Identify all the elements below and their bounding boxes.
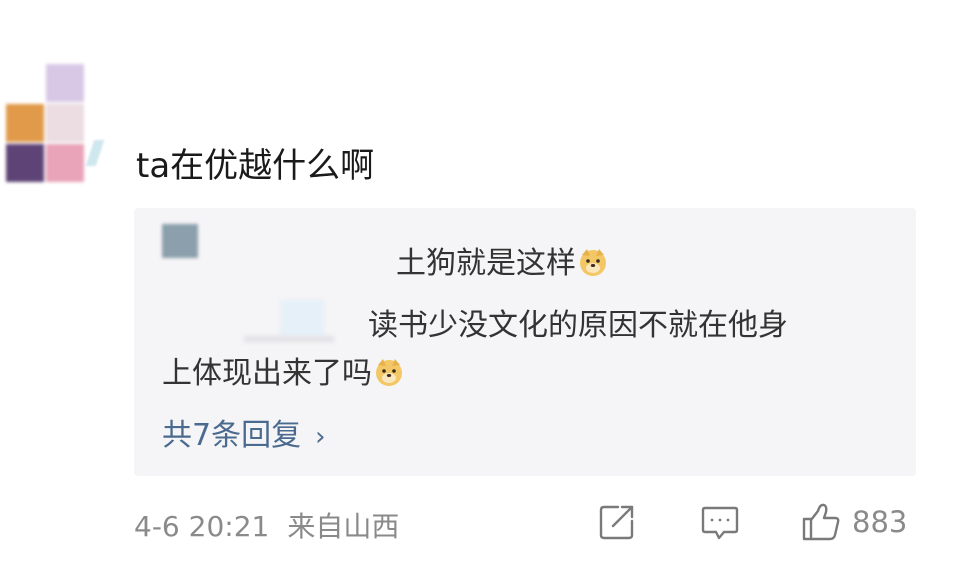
view-more-replies-link[interactable]: 共7条回复 › (162, 410, 326, 454)
more-replies-label: 共7条回复 (162, 418, 302, 453)
location: 来自山西 (287, 510, 400, 543)
timestamp: 4-6 20:21 (134, 510, 270, 543)
avatar-pixel (6, 144, 44, 182)
reply-text: 土狗就是这样 (396, 246, 576, 281)
comment-card: ta在优越什么啊 土狗就是这样 读书少没文化的原因不就在他身 上体现出来了吗 共… (0, 0, 962, 583)
thumbs-up-icon (802, 503, 840, 541)
doge-icon (376, 359, 402, 386)
like-button[interactable]: 883 (800, 500, 907, 544)
share-icon (599, 505, 634, 540)
blurred-avatar (162, 224, 198, 258)
chevron-right-icon: › (315, 422, 326, 452)
reply-line-1: 土狗就是这样 (396, 238, 608, 282)
avatar[interactable] (6, 64, 86, 184)
blurred-username (280, 300, 324, 336)
avatar-pixel (6, 104, 44, 142)
avatar-pixel (46, 64, 84, 102)
comment-meta: 4-6 20:21 来自山西 (134, 505, 417, 545)
comment-icon (701, 506, 739, 540)
reply-button[interactable] (700, 500, 740, 544)
reply-preview-box[interactable]: 土狗就是这样 读书少没文化的原因不就在他身 上体现出来了吗 共7条回复 › (134, 208, 916, 476)
share-button[interactable] (598, 500, 636, 544)
reply-line-2: 读书少没文化的原因不就在他身 (368, 308, 788, 343)
doge-icon (580, 249, 606, 276)
reply-line-3: 上体现出来了吗 (162, 348, 404, 392)
like-count: 883 (852, 505, 908, 539)
blurred-username (244, 336, 334, 342)
comment-text: ta在优越什么啊 (136, 146, 375, 186)
reply-text: 上体现出来了吗 (162, 356, 372, 391)
avatar-pixel (46, 104, 84, 142)
blurred-username (85, 140, 105, 166)
avatar-pixel (46, 144, 84, 182)
